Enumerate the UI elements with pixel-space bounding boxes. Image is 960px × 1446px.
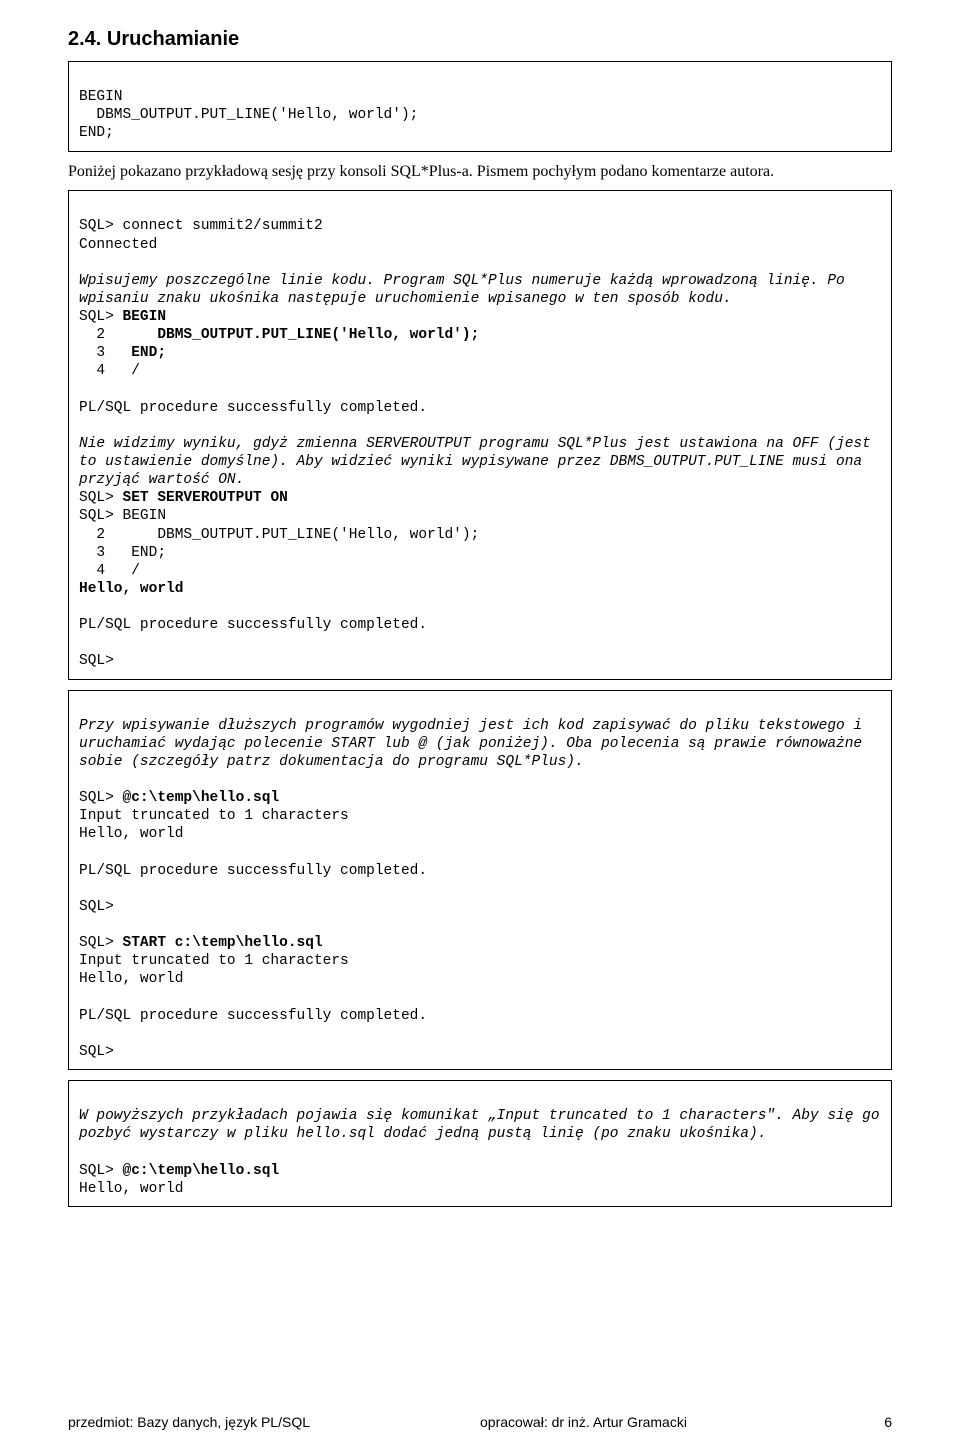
code-line: Input truncated to 1 characters (79, 953, 349, 969)
code-line: SQL> (79, 653, 114, 669)
prompt: SQL> (79, 790, 123, 806)
code-line: PL/SQL procedure successfully completed. (79, 400, 427, 416)
code-line: 2 DBMS_OUTPUT.PUT_LINE('Hello, world'); (79, 327, 479, 343)
code-box-4: W powyższych przykładach pojawia się kom… (68, 1080, 892, 1207)
code-comment: Przy wpisywanie dłuższych programów wygo… (79, 718, 871, 770)
section-heading: 2.4. Uruchamianie (68, 28, 892, 51)
code-bold: @c:\temp\hello.sql (123, 790, 280, 806)
code-line: Hello, world (79, 1181, 183, 1197)
prompt: SQL> (79, 935, 123, 951)
code-box-3: Przy wpisywanie dłuższych programów wygo… (68, 690, 892, 1071)
code-line: PL/SQL procedure successfully completed. (79, 617, 427, 633)
code-line: DBMS_OUTPUT.PUT_LINE('Hello, world'); (79, 107, 418, 123)
line-num: 2 (79, 327, 157, 343)
code-line: PL/SQL procedure successfully completed. (79, 1008, 427, 1024)
code-comment: Wpisujemy poszczególne linie kodu. Progr… (79, 273, 853, 307)
code-bold: END; (131, 345, 166, 361)
code-line: SQL> @c:\temp\hello.sql (79, 790, 279, 806)
code-line: 2 DBMS_OUTPUT.PUT_LINE('Hello, world'); (79, 527, 479, 543)
code-bold: @c:\temp\hello.sql (123, 1163, 280, 1179)
prompt: SQL> (79, 309, 123, 325)
code-line: 4 / (79, 363, 140, 379)
code-bold: START c:\temp\hello.sql (123, 935, 323, 951)
page: 2.4. Uruchamianie BEGIN DBMS_OUTPUT.PUT_… (0, 0, 960, 1446)
paragraph: Poniżej pokazano przykładową sesję przy … (68, 162, 892, 183)
footer-mid: opracował: dr inż. Artur Gramacki (450, 1414, 862, 1430)
code-line: SQL> (79, 899, 114, 915)
code-box-1: BEGIN DBMS_OUTPUT.PUT_LINE('Hello, world… (68, 61, 892, 152)
code-line: SQL> BEGIN (79, 309, 166, 325)
code-line: Hello, world (79, 971, 183, 987)
code-line: SQL> @c:\temp\hello.sql (79, 1163, 279, 1179)
code-line: Input truncated to 1 characters (79, 808, 349, 824)
code-comment: Nie widzimy wyniku, gdyż zmienna SERVERO… (79, 436, 880, 488)
code-line: Hello, world (79, 826, 183, 842)
code-bold: DBMS_OUTPUT.PUT_LINE('Hello, world'); (157, 327, 479, 343)
code-line: Hello, world (79, 581, 183, 597)
line-num: 3 (79, 345, 131, 361)
code-line: SQL> BEGIN (79, 508, 166, 524)
code-box-2: SQL> connect summit2/summit2 Connected W… (68, 190, 892, 679)
code-bold: SET SERVEROUTPUT ON (123, 490, 288, 506)
code-line: 3 END; (79, 545, 166, 561)
code-line: SQL> (79, 1044, 114, 1060)
footer: przedmiot: Bazy danych, język PL/SQL opr… (68, 1414, 892, 1430)
prompt: SQL> (79, 1163, 123, 1179)
code-line: Connected (79, 237, 157, 253)
footer-page-number: 6 (862, 1414, 892, 1430)
code-line: PL/SQL procedure successfully completed. (79, 863, 427, 879)
prompt: SQL> (79, 490, 123, 506)
code-line: SQL> connect summit2/summit2 (79, 218, 323, 234)
code-line: END; (79, 125, 114, 141)
footer-left: przedmiot: Bazy danych, język PL/SQL (68, 1414, 450, 1430)
code-comment: W powyższych przykładach pojawia się kom… (79, 1108, 888, 1142)
code-line: 4 / (79, 563, 140, 579)
code-bold: BEGIN (123, 309, 167, 325)
code-line: SQL> SET SERVEROUTPUT ON (79, 490, 288, 506)
code-line: SQL> START c:\temp\hello.sql (79, 935, 323, 951)
code-line: BEGIN (79, 89, 123, 105)
code-line: 3 END; (79, 345, 166, 361)
